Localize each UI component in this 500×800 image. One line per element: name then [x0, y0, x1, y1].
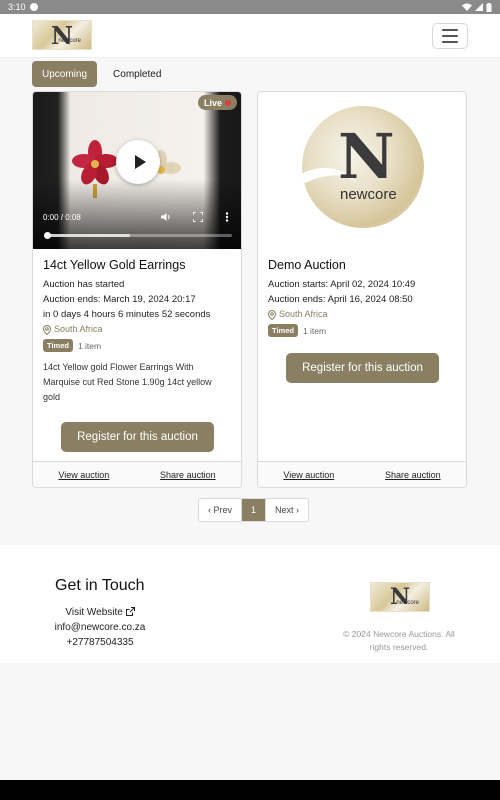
video-player[interactable]: Live 0:00 / 0:08 [33, 92, 241, 249]
video-scrubber[interactable] [44, 232, 51, 239]
pagination: ‹ Prev 1 Next › [198, 498, 310, 522]
auction-logo-image: N newcore [302, 106, 424, 228]
badge-row: Timed 1 item [268, 324, 456, 337]
timed-badge: Timed [43, 339, 73, 352]
fullscreen-icon[interactable] [193, 212, 203, 222]
battery-icon [486, 2, 492, 12]
logo-letter: N [389, 584, 411, 610]
hamburger-icon[interactable] [432, 23, 468, 49]
visit-website-text: Visit Website [65, 607, 123, 618]
view-auction-link[interactable]: View auction [58, 470, 109, 480]
tab-completed[interactable]: Completed [103, 61, 171, 87]
footer-phone[interactable]: +27787504335 [30, 637, 170, 648]
logo-text: newcore [340, 186, 397, 203]
video-time: 0:00 / 0:08 [43, 213, 81, 222]
play-icon[interactable] [116, 140, 160, 184]
site-footer: Get in Touch Visit Website info@newcore.… [0, 545, 500, 663]
location-pin-icon [43, 324, 51, 335]
prev-page-button[interactable]: ‹ Prev [199, 499, 241, 521]
wifi-icon [462, 3, 472, 11]
card-body: Demo Auction Auction starts: April 02, 2… [268, 258, 456, 337]
location-text: South Africa [279, 309, 328, 319]
auction-starts: Auction starts: April 02, 2024 10:49 [268, 279, 416, 290]
navbar: N newcore [0, 14, 500, 58]
auction-location: South Africa [43, 322, 231, 337]
view-auction-link[interactable]: View auction [283, 470, 334, 480]
next-page-button[interactable]: Next › [265, 499, 308, 521]
status-bar: 3:10 [0, 0, 500, 14]
register-button[interactable]: Register for this auction [286, 353, 439, 383]
footer-email[interactable]: info@newcore.co.za [30, 622, 170, 633]
auction-title: 14ct Yellow Gold Earrings [43, 258, 186, 272]
external-link-icon [125, 607, 135, 616]
footer-logo: N newcore [370, 582, 430, 612]
card-body: 14ct Yellow Gold Earrings Auction has st… [43, 258, 231, 405]
video-progress-bar[interactable] [44, 232, 232, 239]
share-auction-link[interactable]: Share auction [160, 470, 216, 480]
logo-letter: N [51, 20, 73, 50]
badge-row: Timed 1 item [43, 339, 231, 352]
visit-website-link[interactable]: Visit Website [30, 607, 170, 618]
register-button[interactable]: Register for this auction [61, 422, 214, 452]
current-page-button[interactable]: 1 [241, 499, 266, 521]
auction-card: Live 0:00 / 0:08 14ct Yellow Gold Earrin… [32, 91, 242, 488]
card-footer: View auction Share auction [33, 461, 241, 487]
live-badge: Live [197, 95, 237, 110]
auction-title: Demo Auction [268, 258, 346, 272]
video-buffered [46, 234, 130, 237]
auction-card: N newcore Demo Auction Auction starts: A… [257, 91, 467, 488]
item-count: 1 item [77, 340, 102, 351]
auction-description: 14ct Yellow gold Flower Earrings With Ma… [43, 362, 212, 402]
auction-location: South Africa [268, 307, 456, 322]
auction-tabs: Upcoming Completed [32, 61, 171, 87]
item-count: 1 item [302, 325, 327, 336]
copyright-text: © 2024 Newcore Auctions. All rights rese… [343, 629, 455, 652]
logo-text: newcore [58, 38, 81, 44]
footer-title: Get in Touch [55, 577, 145, 594]
auction-ends: Auction ends: April 16, 2024 08:50 [268, 294, 413, 305]
auction-ends: Auction ends: March 19, 2024 20:17 [43, 294, 196, 305]
share-auction-link[interactable]: Share auction [385, 470, 441, 480]
location-pin-icon [268, 309, 276, 320]
auction-countdown: in 0 days 4 hours 6 minutes 52 seconds [43, 309, 211, 320]
logo-letter: N [338, 120, 395, 193]
location-text: South Africa [54, 324, 103, 334]
more-options-icon[interactable] [225, 212, 229, 222]
status-time: 3:10 [8, 2, 26, 12]
live-dot-icon [225, 99, 231, 106]
auction-status: Auction has started [43, 279, 125, 290]
signal-icon [475, 3, 483, 11]
tab-upcoming[interactable]: Upcoming [32, 61, 98, 87]
notification-icon [29, 3, 38, 11]
volume-icon[interactable] [161, 212, 171, 222]
timed-badge: Timed [268, 324, 298, 337]
system-nav-bar [0, 780, 500, 800]
live-label: Live [203, 97, 222, 108]
card-footer: View auction Share auction [258, 461, 466, 487]
logo-text: newcore [396, 600, 419, 606]
site-logo[interactable]: N newcore [32, 20, 92, 50]
